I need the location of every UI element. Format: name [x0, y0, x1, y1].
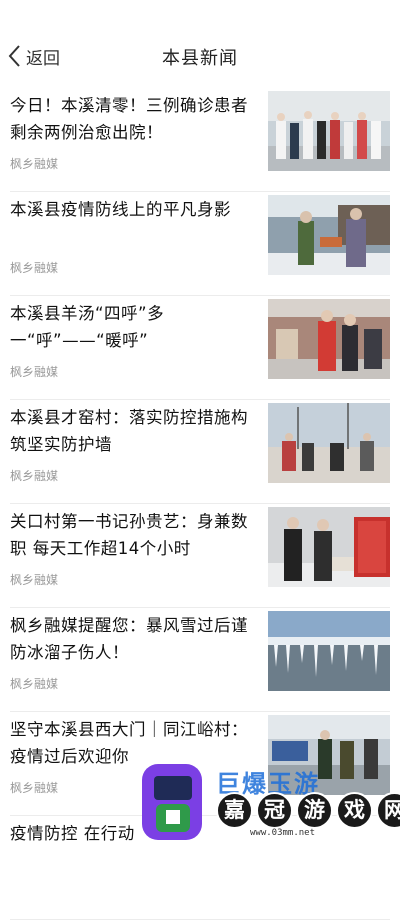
inspection-station-photo	[268, 507, 390, 587]
news-item[interactable]: 关口村第一书记孙贵艺：身兼数职 每天工作超14个小时 枫乡融媒	[10, 504, 390, 608]
news-item[interactable]: 本溪县才窑村：落实防控措施构筑坚实防护墙 枫乡融媒	[10, 400, 390, 504]
news-item[interactable]: 本溪县疫情防线上的平凡身影 枫乡融媒	[10, 192, 390, 296]
news-source: 枫乡融媒	[10, 365, 59, 379]
news-source: 枫乡融媒	[10, 157, 59, 171]
news-thumbnail[interactable]	[268, 299, 390, 379]
news-thumbnail[interactable]	[268, 195, 390, 275]
site-watermark: 巨爆玉游 嘉 冠 游 戏 网 www.03mm.net	[138, 760, 400, 844]
watermark-chars: 嘉 冠 游 戏 网	[216, 792, 400, 829]
news-source: 枫乡融媒	[10, 573, 59, 587]
news-source: 枫乡融媒	[10, 781, 59, 795]
top-nav-bar: 返回 本县新闻	[0, 0, 400, 88]
news-thumbnail[interactable]	[268, 403, 390, 483]
watermark-char: 嘉	[216, 792, 253, 829]
village-checkpoint-photo	[268, 403, 390, 483]
news-title: 本溪县疫情防线上的平凡身影	[10, 200, 231, 219]
game-site-logo-icon	[142, 764, 202, 840]
watermark-char: 网	[376, 792, 400, 829]
icicles-roof-photo	[268, 611, 390, 691]
news-thumbnail[interactable]	[268, 91, 390, 171]
news-source: 枫乡融媒	[10, 261, 59, 275]
news-source: 枫乡融媒	[10, 469, 59, 483]
news-title: 枫乡融媒提醒您：暴风雪过后谨防冰溜子伤人！	[10, 616, 248, 662]
hospital-staff-photo	[268, 91, 390, 171]
news-title: 本溪县才窑村：落实防控措施构筑坚实防护墙	[10, 408, 248, 454]
news-thumbnail[interactable]	[268, 507, 390, 587]
news-item[interactable]: 枫乡融媒提醒您：暴风雪过后谨防冰溜子伤人！ 枫乡融媒	[10, 608, 390, 712]
news-title: 今日！本溪清零！三例确诊患者剩余两例治愈出院！	[10, 96, 248, 142]
news-item[interactable]: 本溪县羊汤“四呼”多一“呼”——“暖呼” 枫乡融媒	[10, 296, 390, 400]
soup-delivery-photo	[268, 299, 390, 379]
watermark-url: www.03mm.net	[250, 828, 316, 838]
watermark-char: 冠	[256, 792, 293, 829]
watermark-char: 戏	[336, 792, 373, 829]
checkpoint-volunteers-photo	[268, 195, 390, 275]
news-title: 本溪县羊汤“四呼”多一“呼”——“暖呼”	[10, 304, 165, 350]
watermark-char: 游	[296, 792, 333, 829]
news-item[interactable]: 今日！本溪清零！三例确诊患者剩余两例治愈出院！ 枫乡融媒	[10, 88, 390, 192]
news-thumbnail[interactable]	[268, 611, 390, 691]
page-title: 本县新闻	[162, 48, 238, 69]
news-title: 关口村第一书记孙贵艺：身兼数职 每天工作超14个小时	[10, 512, 248, 558]
news-source: 枫乡融媒	[10, 677, 59, 691]
